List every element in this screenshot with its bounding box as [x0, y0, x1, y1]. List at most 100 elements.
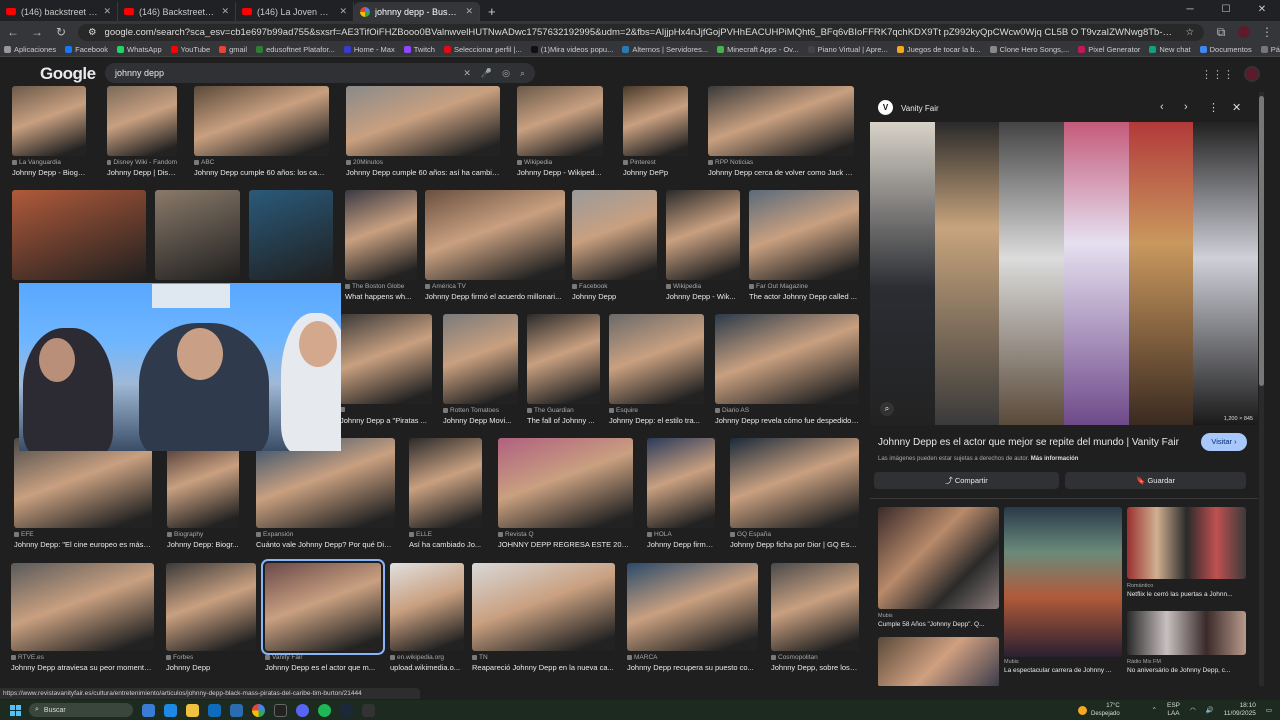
- previous-icon[interactable]: ‹: [1160, 101, 1164, 113]
- bookmark-item[interactable]: WhatsApp: [117, 45, 162, 54]
- result-image[interactable]: [155, 190, 240, 280]
- discord-icon[interactable]: [296, 703, 309, 717]
- result-title[interactable]: The fall of Johnny ...: [527, 416, 600, 425]
- result-image[interactable]: [166, 563, 256, 651]
- result-title[interactable]: Johnny Depp: el estilo tra...: [609, 416, 704, 425]
- result-title[interactable]: Johnny Depp firma ...: [647, 540, 715, 549]
- result-title[interactable]: Johnny Depp | Disne...: [107, 168, 177, 177]
- lens-icon[interactable]: ◎: [502, 68, 510, 79]
- result-image[interactable]: [345, 190, 417, 280]
- search-input[interactable]: johnny depp: [115, 68, 453, 78]
- result-image[interactable]: [409, 438, 482, 528]
- save-button[interactable]: 🔖 Guardar: [1065, 472, 1246, 489]
- result-title[interactable]: Johnny Depp firmó el acuerdo millonari..…: [425, 292, 565, 301]
- result-title[interactable]: Johnny Depp revela cómo fue despedido ..…: [715, 416, 859, 425]
- bookmark-item[interactable]: Aplicaciones: [4, 45, 56, 54]
- weather-widget[interactable]: 17°C Despejado: [1078, 700, 1120, 720]
- related-title[interactable]: La espectacular carrera de Johnny ...: [1004, 667, 1122, 674]
- result-image[interactable]: [527, 314, 600, 404]
- result-title[interactable]: JOHNNY DEPP REGRESA ESTE 2025...: [498, 540, 633, 549]
- bookmark-item[interactable]: gmail: [219, 45, 247, 54]
- more-options-icon[interactable]: ⋮: [1208, 101, 1219, 114]
- browser-tab[interactable]: (146) Backstreet Boys - Everybody ✕: [118, 2, 236, 21]
- bookmark-item[interactable]: Clone Hero Songs,...: [989, 45, 1069, 54]
- bookmark-item[interactable]: Alternos | Servidores...: [622, 45, 708, 54]
- browser-tab[interactable]: (146) backstreet boys - YouTube ✕: [0, 2, 118, 21]
- result-title[interactable]: Así ha cambiado Jo...: [409, 540, 482, 549]
- google-apps-icon[interactable]: ⋮⋮⋮: [1201, 68, 1234, 81]
- profile-icon[interactable]: [1238, 26, 1250, 38]
- result-image[interactable]: [666, 190, 740, 280]
- result-image[interactable]: [472, 563, 615, 651]
- chrome-icon[interactable]: [252, 703, 265, 717]
- bookmark-item[interactable]: Documentos: [1199, 45, 1252, 54]
- result-image[interactable]: [12, 190, 146, 280]
- language-indicator[interactable]: ESP LAA: [1167, 702, 1180, 718]
- result-title[interactable]: Johnny Depp: [572, 292, 657, 301]
- result-title[interactable]: Johnny Depp - Biogra...: [12, 168, 86, 177]
- result-image[interactable]: [627, 563, 758, 651]
- result-image[interactable]: [340, 314, 432, 404]
- related-image[interactable]: [878, 637, 999, 686]
- bookmark-item[interactable]: Juegos de tocar la b...: [896, 45, 981, 54]
- result-title[interactable]: Johnny Depp: "El cine europeo es más cr.…: [14, 540, 152, 549]
- result-image[interactable]: [194, 86, 329, 156]
- bookmark-item[interactable]: Pixel Generator: [1078, 45, 1140, 54]
- related-image[interactable]: [1127, 611, 1246, 655]
- result-title[interactable]: Johnny Depp cerca de volver como Jack Sp…: [708, 168, 854, 177]
- close-icon[interactable]: ✕: [221, 6, 229, 17]
- related-image[interactable]: [1127, 507, 1246, 579]
- mail-icon[interactable]: [208, 703, 221, 717]
- edge-icon[interactable]: [164, 703, 177, 717]
- minimize-icon[interactable]: ─: [1172, 0, 1208, 20]
- bookmark-item[interactable]: Piano Virtual | Apre...: [807, 45, 888, 54]
- terminal-icon[interactable]: [362, 703, 375, 717]
- chevron-up-icon[interactable]: ⌃: [1152, 706, 1157, 714]
- result-title[interactable]: upload.wikimedia.o...: [390, 663, 464, 672]
- related-image[interactable]: [1004, 507, 1122, 657]
- search-icon[interactable]: ⌕: [520, 68, 525, 79]
- result-image[interactable]: [443, 314, 518, 404]
- more-info-link[interactable]: Más información: [1031, 456, 1079, 462]
- result-title[interactable]: Johnny Depp: Biogr...: [167, 540, 239, 549]
- close-icon[interactable]: ✕: [1232, 101, 1241, 114]
- maximize-icon[interactable]: ☐: [1208, 0, 1244, 20]
- bookmark-item[interactable]: (1)Mira videos popu...: [530, 45, 613, 54]
- related-title[interactable]: No aniversário de Johnny Depp, c...: [1127, 667, 1246, 674]
- notifications-icon[interactable]: ▭: [1266, 706, 1272, 714]
- result-title[interactable]: What happens wh...: [345, 292, 417, 301]
- share-button[interactable]: ⤴ Compartir: [874, 472, 1059, 489]
- bookmark-item[interactable]: New chat: [1149, 45, 1191, 54]
- result-image[interactable]: [12, 86, 86, 156]
- result-image[interactable]: [498, 438, 633, 528]
- result-image[interactable]: [390, 563, 464, 651]
- result-title[interactable]: Johnny Depp Movi...: [443, 416, 518, 425]
- back-icon[interactable]: ←: [6, 25, 20, 39]
- result-title[interactable]: Johnny Depp cumple 60 años: así ha cambi…: [346, 168, 500, 177]
- bookmark-item[interactable]: Minecraft Apps - Ov...: [717, 45, 799, 54]
- result-image[interactable]: [609, 314, 704, 404]
- site-name[interactable]: Vanity Fair: [901, 104, 939, 113]
- volume-icon[interactable]: 🔊: [1206, 706, 1214, 714]
- app-icon[interactable]: [274, 703, 287, 717]
- preview-image[interactable]: [870, 122, 1259, 425]
- task-view-icon[interactable]: [142, 703, 155, 717]
- result-title[interactable]: Johnny Depp - Wikipedia...: [517, 168, 603, 177]
- result-title[interactable]: Johnny Depp a "Piratas ...: [340, 416, 432, 425]
- result-image[interactable]: [249, 190, 333, 280]
- result-title[interactable]: Johnny DePp: [623, 168, 688, 177]
- result-image[interactable]: [708, 86, 854, 156]
- result-title[interactable]: Johnny Depp atraviesa su peor momento...: [11, 663, 154, 672]
- windows-start-icon[interactable]: [10, 704, 21, 716]
- result-title[interactable]: Johnny Depp, sobre los i...: [771, 663, 859, 672]
- scrollbar[interactable]: [1259, 92, 1264, 686]
- bookmark-star-icon[interactable]: ☆: [1185, 27, 1194, 38]
- url-field[interactable]: ⚙ google.com/search?sca_esv=cb1e697b99ad…: [78, 23, 1204, 41]
- browser-tab[interactable]: (146) La Joven Sensacion - Tic T ✕: [236, 2, 354, 21]
- bookmark-item[interactable]: Seleccionar perfil |...: [443, 45, 522, 54]
- result-image[interactable]: [107, 86, 177, 156]
- clear-icon[interactable]: ✕: [463, 68, 471, 79]
- clock[interactable]: 18:10 11/09/2025: [1224, 702, 1256, 718]
- result-title[interactable]: Reapareció Johnny Depp en la nueva ca...: [472, 663, 615, 672]
- result-title[interactable]: Johnny Depp recupera su puesto co...: [627, 663, 758, 672]
